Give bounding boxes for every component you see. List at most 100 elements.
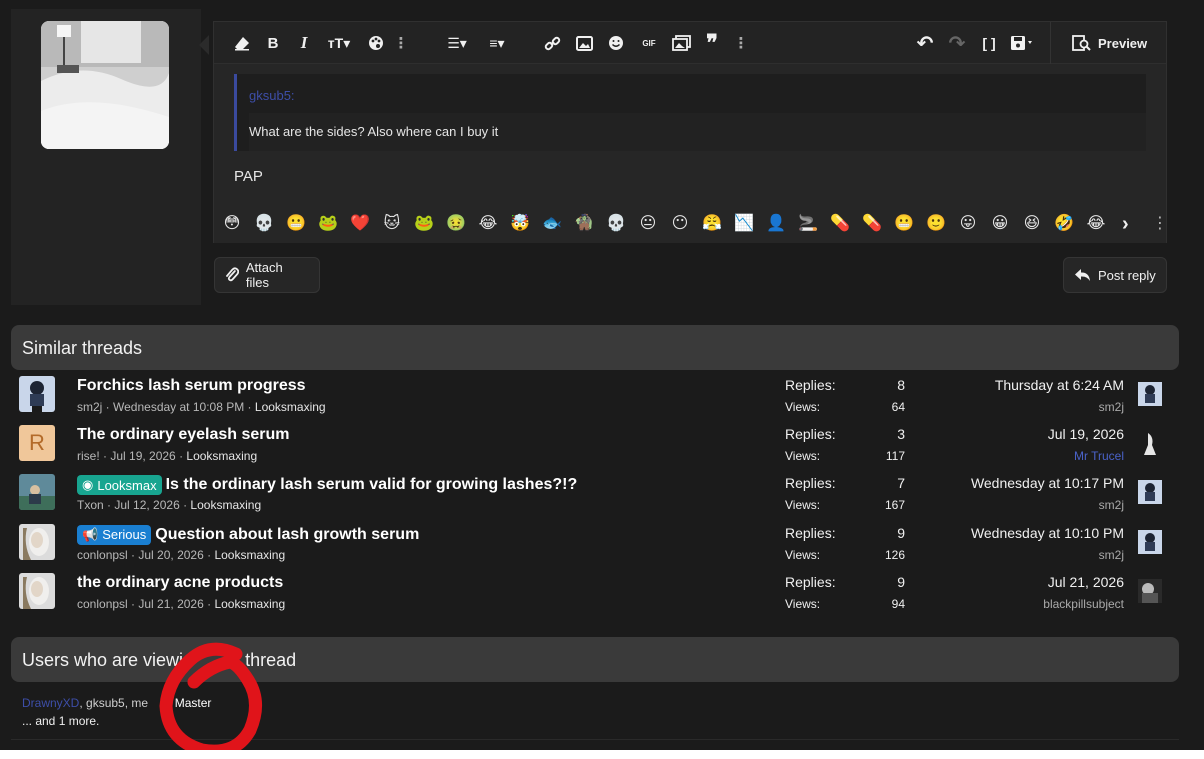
prefix-label[interactable]: ◉ Looksmax bbox=[77, 475, 162, 496]
smilie-item[interactable]: 🚬 bbox=[796, 212, 820, 236]
smilie-item[interactable]: 🧌 bbox=[572, 212, 596, 236]
smilie-item[interactable]: 🤣 bbox=[1052, 212, 1076, 236]
attach-files-button[interactable]: Attach files bbox=[214, 257, 320, 293]
thread-date[interactable]: Jul 19, 2026 bbox=[110, 449, 175, 463]
eraser-icon[interactable] bbox=[232, 31, 252, 55]
gif-icon[interactable]: GIF bbox=[638, 31, 660, 55]
viewer-link[interactable]: gksub5 bbox=[86, 696, 125, 710]
smilie-item[interactable]: 😳 bbox=[220, 212, 244, 236]
quote-icon[interactable]: ❞ bbox=[702, 30, 722, 55]
thread-title[interactable]: the ordinary acne products bbox=[77, 574, 283, 592]
last-post-avatar[interactable] bbox=[1138, 431, 1162, 456]
smilie-item[interactable]: 😀 bbox=[988, 212, 1012, 236]
last-post-avatar[interactable] bbox=[1138, 578, 1162, 603]
smilie-item[interactable]: 💊 bbox=[860, 212, 884, 236]
last-post-date[interactable]: Thursday at 6:24 AM bbox=[911, 377, 1124, 393]
thread-title[interactable]: ◉ Looksmax Is the ordinary lash serum vali… bbox=[77, 475, 578, 496]
more-vertical-icon-2[interactable]: ⋮ bbox=[734, 31, 749, 55]
smilie-item[interactable]: 💀 bbox=[252, 212, 276, 236]
smilie-item[interactable]: 😛 bbox=[956, 212, 980, 236]
thread-author[interactable]: rise! bbox=[77, 449, 100, 463]
image-icon[interactable] bbox=[574, 31, 594, 55]
smilie-item[interactable]: 😤 bbox=[700, 212, 724, 236]
prefix-label[interactable]: 📢 Serious bbox=[77, 524, 152, 545]
thread-author[interactable]: Txon bbox=[77, 498, 104, 512]
align-icon[interactable]: ≡▾ bbox=[482, 31, 512, 55]
smilie-item[interactable]: 😶 bbox=[668, 212, 692, 236]
smilie-item[interactable]: 😬 bbox=[892, 212, 916, 236]
thread-title-text[interactable]: the ordinary acne products bbox=[77, 574, 283, 592]
smilie-item[interactable]: ❤️ bbox=[348, 212, 372, 236]
user-avatar[interactable] bbox=[41, 21, 169, 149]
last-post-date[interactable]: Wednesday at 10:17 PM bbox=[911, 475, 1124, 491]
thread-title[interactable]: 📢 Serious Question about lash growth serum bbox=[77, 524, 419, 545]
thread-date[interactable]: Jul 12, 2026 bbox=[114, 498, 179, 512]
save-draft-icon[interactable] bbox=[1008, 31, 1038, 55]
bbcode-icon[interactable]: [ ] bbox=[978, 31, 1000, 55]
avatar[interactable] bbox=[19, 376, 55, 412]
last-post-avatar[interactable] bbox=[1138, 480, 1162, 505]
palette-icon[interactable] bbox=[366, 31, 386, 55]
avatar[interactable] bbox=[19, 474, 55, 511]
last-post-user[interactable]: blackpillsubject bbox=[911, 597, 1124, 611]
thread-date[interactable]: Jul 20, 2026 bbox=[138, 548, 203, 562]
smilie-item[interactable]: 📉 bbox=[732, 212, 756, 236]
thread-forum[interactable]: Looksmaxing bbox=[186, 449, 257, 463]
redo-icon[interactable]: ↷ bbox=[946, 31, 968, 55]
smilie-item[interactable]: 😐 bbox=[636, 212, 660, 236]
last-post-date[interactable]: Jul 19, 2026 bbox=[911, 426, 1124, 442]
media-icon[interactable] bbox=[670, 31, 692, 55]
smilie-item[interactable]: 🐸 bbox=[316, 212, 340, 236]
smilie-item[interactable]: 🙂 bbox=[924, 212, 948, 236]
thread-title-text[interactable]: Is the ordinary lash serum valid for gro… bbox=[166, 476, 578, 494]
thread-forum[interactable]: Looksmaxing bbox=[255, 400, 326, 414]
thread-forum[interactable]: Looksmaxing bbox=[190, 498, 261, 512]
last-post-date[interactable]: Wednesday at 10:10 PM bbox=[911, 525, 1124, 541]
smilie-item[interactable]: 🤯 bbox=[508, 212, 532, 236]
last-post-date[interactable]: Jul 21, 2026 bbox=[911, 574, 1124, 590]
smilie-item[interactable]: 🐱 bbox=[380, 212, 404, 236]
last-post-user[interactable]: sm2j bbox=[911, 548, 1124, 562]
viewer-link[interactable]: me bbox=[131, 696, 148, 710]
smilie-item[interactable]: 🐟 bbox=[540, 212, 564, 236]
thread-author[interactable]: sm2j bbox=[77, 400, 102, 414]
last-post-avatar[interactable] bbox=[1138, 382, 1162, 406]
smilie-item[interactable]: 💀 bbox=[604, 212, 628, 236]
thread-title-text[interactable]: Question about lash growth serum bbox=[155, 526, 419, 544]
more-vertical-icon-3[interactable]: ⋮ bbox=[1152, 213, 1168, 233]
smiley-icon[interactable] bbox=[606, 31, 626, 55]
more-vertical-icon[interactable]: ⋮ bbox=[394, 31, 409, 55]
smilie-item[interactable]: 💊 bbox=[828, 212, 852, 236]
list-icon[interactable]: ☰▾ bbox=[442, 31, 472, 55]
last-post-user[interactable]: Mr Trucel bbox=[911, 449, 1124, 463]
text-size-icon[interactable]: тT▾ bbox=[322, 31, 356, 55]
thread-forum[interactable]: Looksmaxing bbox=[214, 597, 285, 611]
undo-icon[interactable]: ↶ bbox=[914, 31, 936, 55]
smilie-item[interactable]: 😬 bbox=[284, 212, 308, 236]
avatar[interactable]: R bbox=[19, 425, 55, 462]
thread-title-text[interactable]: The ordinary eyelash serum bbox=[77, 426, 290, 444]
smilie-item[interactable]: 🤢 bbox=[444, 212, 468, 236]
thread-title[interactable]: Forchics lash serum progress bbox=[77, 377, 306, 395]
italic-icon[interactable]: I bbox=[296, 31, 312, 55]
thread-date[interactable]: Wednesday at 10:08 PM bbox=[113, 400, 244, 414]
viewer-link[interactable]: DrawnyXD bbox=[22, 696, 79, 710]
link-icon[interactable] bbox=[542, 31, 562, 55]
thread-forum[interactable]: Looksmaxing bbox=[214, 548, 285, 562]
thread-date[interactable]: Jul 21, 2026 bbox=[138, 597, 203, 611]
quote-author[interactable]: gksub5: bbox=[249, 88, 295, 103]
smilie-item[interactable]: 🐸 bbox=[412, 212, 436, 236]
last-post-avatar[interactable] bbox=[1138, 529, 1162, 554]
thread-title-text[interactable]: Forchics lash serum progress bbox=[77, 377, 306, 395]
avatar[interactable] bbox=[19, 523, 55, 560]
avatar[interactable] bbox=[19, 572, 55, 609]
smilie-item[interactable]: 😆 bbox=[1020, 212, 1044, 236]
last-post-user[interactable]: sm2j bbox=[911, 498, 1124, 512]
thread-title[interactable]: The ordinary eyelash serum bbox=[77, 426, 290, 444]
smilie-item[interactable]: 😂 bbox=[476, 212, 500, 236]
viewers-more[interactable]: ... and 1 more. bbox=[22, 714, 99, 728]
smilie-item[interactable]: 👤 bbox=[764, 212, 788, 236]
chevron-right-icon[interactable]: › bbox=[1122, 213, 1129, 236]
preview-button[interactable]: Preview bbox=[1072, 31, 1147, 55]
thread-author[interactable]: conlonpsl bbox=[77, 597, 128, 611]
